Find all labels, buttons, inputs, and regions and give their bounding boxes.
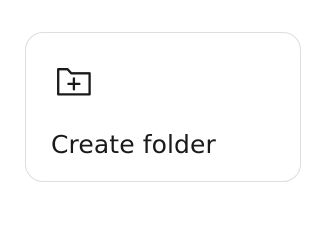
create-folder-card[interactable]: Create folder	[25, 32, 301, 182]
create-folder-label: Create folder	[51, 130, 216, 159]
folder-plus-icon	[56, 67, 92, 97]
